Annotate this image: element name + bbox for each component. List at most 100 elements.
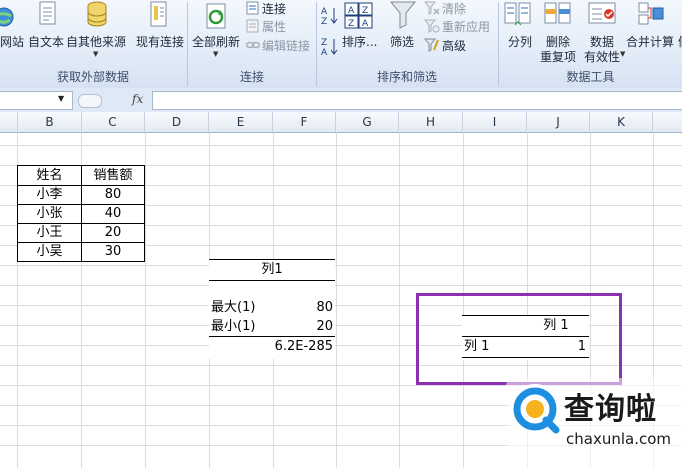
column-header-g[interactable]: G	[336, 112, 399, 132]
ribbon: 网站 自文本 自其他来源 ▼ 现有连接 获取外部数据 全部刷新 ▼ 连接 属性 …	[0, 0, 682, 89]
name-box[interactable]: ▼	[0, 91, 73, 110]
svg-text:A: A	[321, 48, 328, 58]
gridline	[399, 132, 400, 468]
svg-text:Z: Z	[321, 17, 327, 27]
existing-connections-icon	[150, 1, 167, 27]
group-label-data-tools: 数据工具	[566, 70, 615, 84]
consolidate-icon	[638, 2, 664, 25]
svg-text:A: A	[348, 6, 355, 16]
text-to-columns-button[interactable]: 分列	[502, 0, 536, 52]
column-header-f[interactable]: F	[273, 112, 336, 132]
connections-icon	[246, 1, 259, 15]
insert-function-icon[interactable]: fx	[132, 92, 143, 106]
watermark-domain: chaxunla.com	[566, 430, 671, 448]
stats-min-value[interactable]: 20	[273, 317, 333, 337]
table-cell-sales[interactable]: 80	[82, 185, 144, 205]
sort-az-icon: A Z	[321, 7, 338, 27]
existing-connections-button[interactable]: 现有连接	[134, 0, 186, 52]
column-headers: B C D E F G H I J K	[0, 112, 682, 133]
what-if-analysis-button[interactable]: 假	[676, 0, 682, 52]
stats-max-label[interactable]: 最大(1)	[211, 298, 255, 318]
corr-bottom-border	[462, 357, 589, 358]
edit-links-button[interactable]: 编辑链接	[246, 37, 316, 53]
clear-filter-icon	[424, 1, 440, 15]
chevron-down-icon: ▼	[93, 50, 99, 58]
properties-button[interactable]: 属性	[246, 18, 294, 34]
sort-descending-button[interactable]: Z A	[320, 36, 340, 58]
watermark: 查询啦 chaxunla.com	[506, 378, 682, 468]
from-text-button[interactable]: 自文本	[28, 0, 66, 52]
group-label-sort-filter: 排序和筛选	[376, 70, 437, 84]
table-header-name[interactable]: 姓名	[18, 166, 81, 186]
globe-icon	[0, 7, 14, 27]
remove-duplicates-button[interactable]: 删除 重复项	[538, 0, 580, 66]
sort-ascending-button[interactable]: A Z	[320, 5, 340, 27]
data-validation-button[interactable]: 数据 有效性 ▼	[584, 0, 625, 66]
table-cell-name[interactable]: 小张	[18, 204, 81, 224]
corr-row-header[interactable]: 列 1	[464, 337, 489, 357]
formula-input[interactable]	[152, 91, 682, 110]
properties-icon	[246, 19, 259, 33]
sort-dialog-icon: A Z Z A	[344, 2, 373, 29]
reapply-button[interactable]: 重新应用	[424, 18, 496, 34]
column-header-h[interactable]: H	[399, 112, 463, 132]
database-icon	[87, 1, 107, 27]
refresh-all-button[interactable]: 全部刷新 ▼	[190, 0, 242, 62]
table-cell-name[interactable]: 小吴	[18, 242, 81, 262]
chevron-down-icon[interactable]: ▼	[58, 94, 64, 103]
filter-button[interactable]: 筛选	[388, 0, 418, 52]
column-header-i[interactable]: I	[463, 112, 527, 132]
column-header-j[interactable]: J	[527, 112, 590, 132]
sales-table: 姓名 销售额 小李 80 小张 40 小王 20 小吴 30	[17, 165, 145, 262]
gridline	[145, 132, 146, 468]
table-header-sales[interactable]: 销售额	[82, 166, 144, 186]
sort-za-icon: Z A	[321, 38, 338, 58]
advanced-filter-button[interactable]: 高级	[424, 37, 474, 53]
stats-header[interactable]: 列1	[209, 260, 335, 280]
text-file-icon	[39, 1, 56, 25]
advanced-filter-icon	[424, 38, 439, 52]
table-cell-name[interactable]: 小李	[18, 185, 81, 205]
stats-block: 列1 最大(1) 80 最小(1) 20 6.2E-285	[209, 259, 335, 359]
watermark-brand: 查询啦	[564, 392, 657, 427]
reapply-icon	[424, 19, 440, 33]
connections-button[interactable]: 连接	[246, 0, 294, 16]
correlation-table: 列 1 列 1 1	[462, 315, 589, 360]
remove-duplicates-icon	[544, 2, 571, 24]
corr-col-header[interactable]: 列 1	[526, 316, 586, 336]
gridline	[0, 285, 682, 286]
gridline	[0, 265, 682, 266]
column-header-c[interactable]: C	[81, 112, 145, 132]
formula-bar-grip[interactable]	[78, 94, 102, 108]
group-label-get-external-data: 获取外部数据	[56, 70, 129, 84]
gridline	[336, 132, 337, 468]
stats-min-label[interactable]: 最小(1)	[211, 317, 255, 337]
column-header-b[interactable]: B	[17, 112, 82, 132]
svg-text:Z: Z	[348, 19, 354, 29]
table-cell-sales[interactable]: 20	[82, 223, 144, 243]
column-header-e[interactable]: E	[209, 112, 273, 132]
column-header-d[interactable]: D	[145, 112, 209, 132]
corr-value[interactable]: 1	[526, 337, 586, 357]
table-cell-sales[interactable]: 40	[82, 204, 144, 224]
link-icon	[246, 41, 260, 49]
from-other-sources-button[interactable]: 自其他来源 ▼	[66, 0, 128, 58]
svg-text:A: A	[321, 7, 328, 17]
svg-text:A: A	[362, 19, 369, 29]
consolidate-button[interactable]: 合并计算	[624, 0, 676, 52]
stats-max-value[interactable]: 80	[273, 298, 333, 318]
refresh-icon	[206, 3, 226, 29]
formula-bar: ▼ fx	[0, 88, 682, 113]
group-label-connections: 连接	[239, 70, 264, 84]
svg-text:Z: Z	[321, 38, 327, 48]
table-cell-sales[interactable]: 30	[82, 242, 144, 262]
sort-button[interactable]: A Z Z A 排序...	[342, 0, 382, 52]
svg-text:Z: Z	[362, 6, 368, 16]
clear-filter-button[interactable]: 清除	[424, 0, 474, 16]
from-web-button[interactable]: 网站	[0, 0, 28, 52]
table-cell-name[interactable]: 小王	[18, 223, 81, 243]
gridline	[0, 145, 682, 146]
stats-p-value[interactable]: 6.2E-285	[249, 337, 333, 357]
watermark-logo-icon	[510, 384, 560, 434]
column-header-k[interactable]: K	[590, 112, 653, 132]
